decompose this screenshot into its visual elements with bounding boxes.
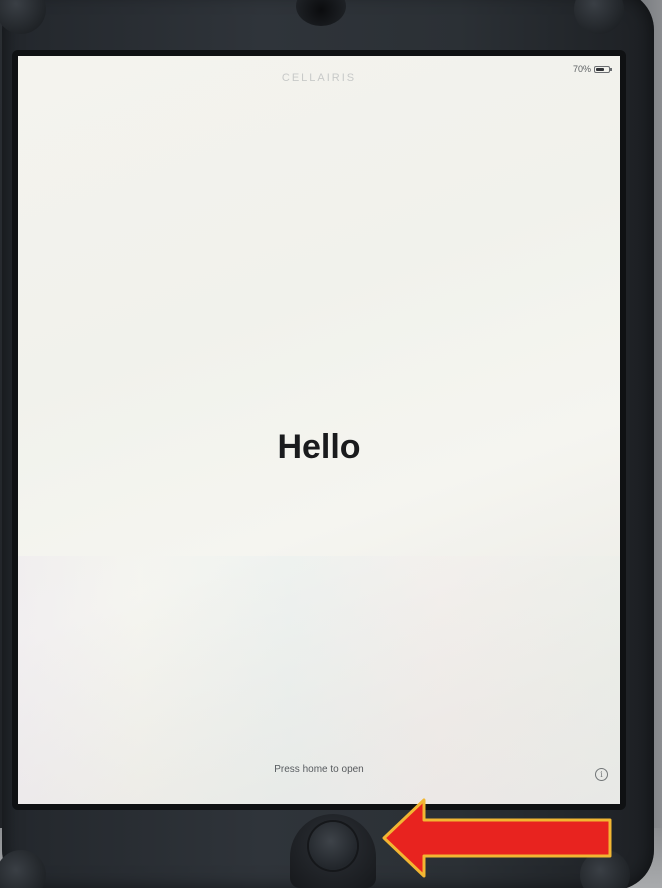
carrier-label: CELLAIRIS (281, 72, 357, 84)
greeting-title: Hello (277, 428, 361, 466)
case-corner-bottom-left (0, 850, 46, 888)
case-corner-top-left (0, 0, 46, 34)
home-button[interactable] (309, 822, 357, 870)
photo-frame: CELLAIRIS 70% Hello Press home to open i (0, 0, 662, 888)
battery-fill (596, 67, 604, 71)
case-corner-top-right (574, 0, 624, 34)
battery-status: 70% (572, 64, 612, 74)
info-icon[interactable]: i (595, 768, 608, 781)
battery-icon (594, 65, 612, 73)
lock-screen[interactable]: CELLAIRIS 70% Hello Press home to open i (18, 56, 620, 804)
press-home-instruction: Press home to open (274, 764, 364, 775)
red-arrow-annotation (382, 798, 612, 878)
battery-percentage: 70% (572, 64, 591, 74)
arrow-shape (382, 798, 612, 878)
